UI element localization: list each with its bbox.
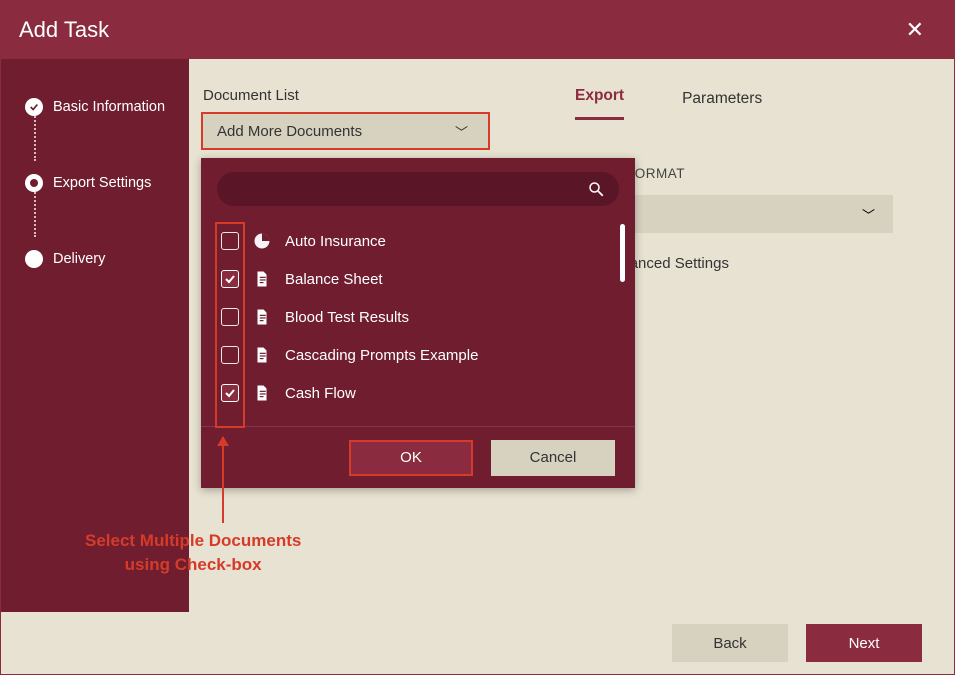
checkbox[interactable] [221, 232, 239, 250]
cancel-button[interactable]: Cancel [491, 440, 615, 476]
search-field[interactable] [217, 172, 619, 206]
back-button[interactable]: Back [672, 624, 788, 662]
documents-dropdown-panel: Auto Insurance Balance Sheet Blood Test … [201, 158, 635, 488]
pie-chart-icon [253, 232, 271, 250]
scrollbar-thumb[interactable] [620, 224, 625, 282]
item-label: Blood Test Results [285, 309, 409, 326]
search-icon [587, 180, 605, 198]
add-task-dialog: Add Task ✕ Basic Information Export Sett… [0, 0, 955, 675]
wizard-footer: Back Next [1, 612, 954, 674]
file-icon [253, 346, 271, 364]
chevron-down-icon: ﹀ [862, 205, 875, 224]
list-item[interactable]: Blood Test Results [201, 298, 635, 336]
list-item[interactable]: Cascading Prompts Example [201, 336, 635, 374]
dropdown-label: Add More Documents [217, 123, 362, 140]
titlebar: Add Task ✕ [1, 1, 954, 59]
file-icon [253, 308, 271, 326]
chevron-down-icon: ﹀ [455, 122, 468, 141]
list-item[interactable]: Balance Sheet [201, 260, 635, 298]
step-label: Delivery [53, 251, 105, 267]
dialog-title: Add Task [19, 17, 109, 43]
dropdown-footer: OK Cancel [201, 426, 635, 488]
item-label: Cascading Prompts Example [285, 347, 478, 364]
tabs: Export Parameters [529, 87, 918, 120]
item-label: Cash Flow [285, 385, 356, 402]
annotation-text: Select Multiple Documents using Check-bo… [85, 529, 301, 577]
close-icon[interactable]: ✕ [900, 11, 930, 49]
documents-list: Auto Insurance Balance Sheet Blood Test … [201, 216, 635, 426]
checkbox[interactable] [221, 270, 239, 288]
step-label: Basic Information [53, 99, 165, 115]
step-export-settings[interactable]: Export Settings [1, 171, 189, 195]
check-circle-icon [25, 98, 43, 116]
ok-button[interactable]: OK [349, 440, 473, 476]
annotation-arrow [222, 437, 224, 523]
next-button[interactable]: Next [806, 624, 922, 662]
current-step-icon [25, 174, 43, 192]
checkbox[interactable] [221, 346, 239, 364]
search-input[interactable] [231, 181, 587, 197]
file-icon [253, 270, 271, 288]
checkbox[interactable] [221, 384, 239, 402]
item-label: Auto Insurance [285, 233, 386, 250]
pending-step-icon [25, 250, 43, 268]
list-item[interactable]: Cash Flow [201, 374, 635, 412]
tab-export[interactable]: Export [575, 87, 624, 120]
list-item[interactable]: Auto Insurance [201, 222, 635, 260]
checkbox[interactable] [221, 308, 239, 326]
step-basic-information[interactable]: Basic Information [1, 95, 189, 119]
add-documents-dropdown[interactable]: Add More Documents ﹀ [201, 112, 490, 150]
file-icon [253, 384, 271, 402]
tab-parameters[interactable]: Parameters [682, 90, 762, 120]
step-label: Export Settings [53, 175, 151, 191]
step-delivery[interactable]: Delivery [1, 247, 189, 271]
item-label: Balance Sheet [285, 271, 383, 288]
